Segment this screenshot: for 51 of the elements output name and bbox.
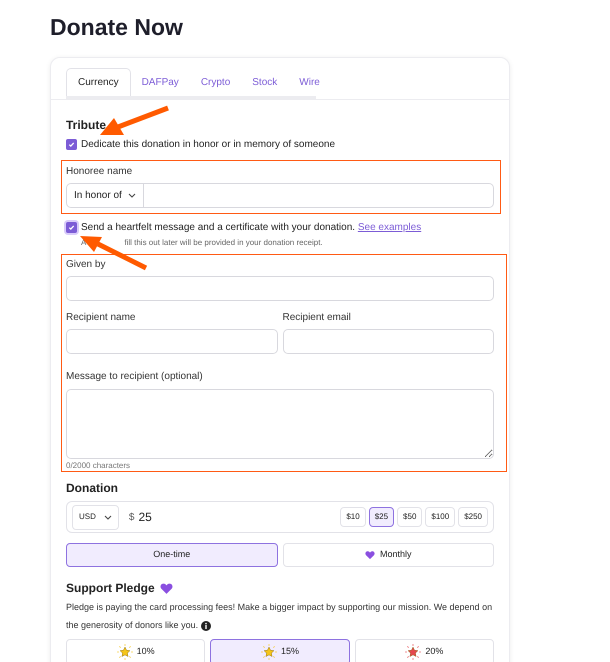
amount-preset-button[interactable]: $250 [458,507,488,527]
chevron-down-icon [128,193,136,198]
recipient-email-field[interactable] [282,329,494,354]
section-heading: Donation [66,480,119,496]
amount-preset-button[interactable]: $25 [368,507,394,527]
currency-select[interactable]: USD [72,504,119,530]
info-icon [200,620,211,631]
amount-preset-button[interactable]: $10 [340,507,366,527]
field-label: Recipient name [66,311,136,325]
amount-field[interactable]: USD $ 25 $10 $25 $50 $100 $250 [66,501,494,533]
chevron-down-icon [104,514,112,520]
character-counter: 0/2000 characters [66,460,132,472]
star-icon [260,644,277,660]
pledge-option-button[interactable]: 20% [354,639,494,662]
see-examples-link[interactable]: See examples [358,222,422,233]
section-heading: Support Pledge [66,580,155,596]
currency-symbol: $ [128,510,134,524]
check-icon [68,141,75,148]
field-label: Message to recipient (optional) [66,371,203,382]
checkbox-label: Dedicate this donation in honor or in memory of someone [81,138,336,152]
field-label: Given by [66,258,106,272]
recipient-name-field[interactable] [66,329,278,354]
check-icon [68,224,75,231]
tab[interactable]: Stock [241,68,288,96]
checkbox-label: Send a heartfelt message and a certificate with your donation. See examples [81,221,422,235]
note-text: fill this out later will be provided in your donation receipt. [124,237,323,249]
page-title: Donate Now [50,13,184,42]
tab[interactable]: Wire [288,68,331,96]
frequency-button[interactable]: One-time [66,543,278,567]
tab[interactable]: Currency [66,68,131,96]
checkbox[interactable] [66,222,77,233]
amount-preset-button[interactable]: $100 [425,507,456,527]
checkbox[interactable] [66,139,77,150]
pledge-option-button[interactable]: 10% [66,639,206,662]
pledge-option-button[interactable]: 15% [210,639,350,662]
honoree-name-field[interactable]: In honor of [66,183,494,208]
section-heading: Tribute [66,117,106,133]
frequency-button[interactable]: Monthly [282,543,494,567]
star-icon [405,644,422,660]
tab[interactable]: DAFPay [130,68,190,96]
honoree-type-select[interactable]: In honor of [67,184,144,207]
pledge-description: Pledge is paying the card processing fees! Make a bigger impact by supporting our mission. We depend on the generosity of donors like you. [66,601,494,633]
amount-value: 25 [138,509,152,526]
message-textarea[interactable] [66,389,494,459]
tab[interactable]: Crypto [190,68,242,96]
heart-icon [160,582,173,594]
field-label: Honoree name [66,165,134,179]
given-by-field[interactable] [66,276,494,301]
field-label: Recipient email [282,311,352,325]
star-icon [116,644,133,660]
amount-preset-button[interactable]: $50 [397,507,422,527]
